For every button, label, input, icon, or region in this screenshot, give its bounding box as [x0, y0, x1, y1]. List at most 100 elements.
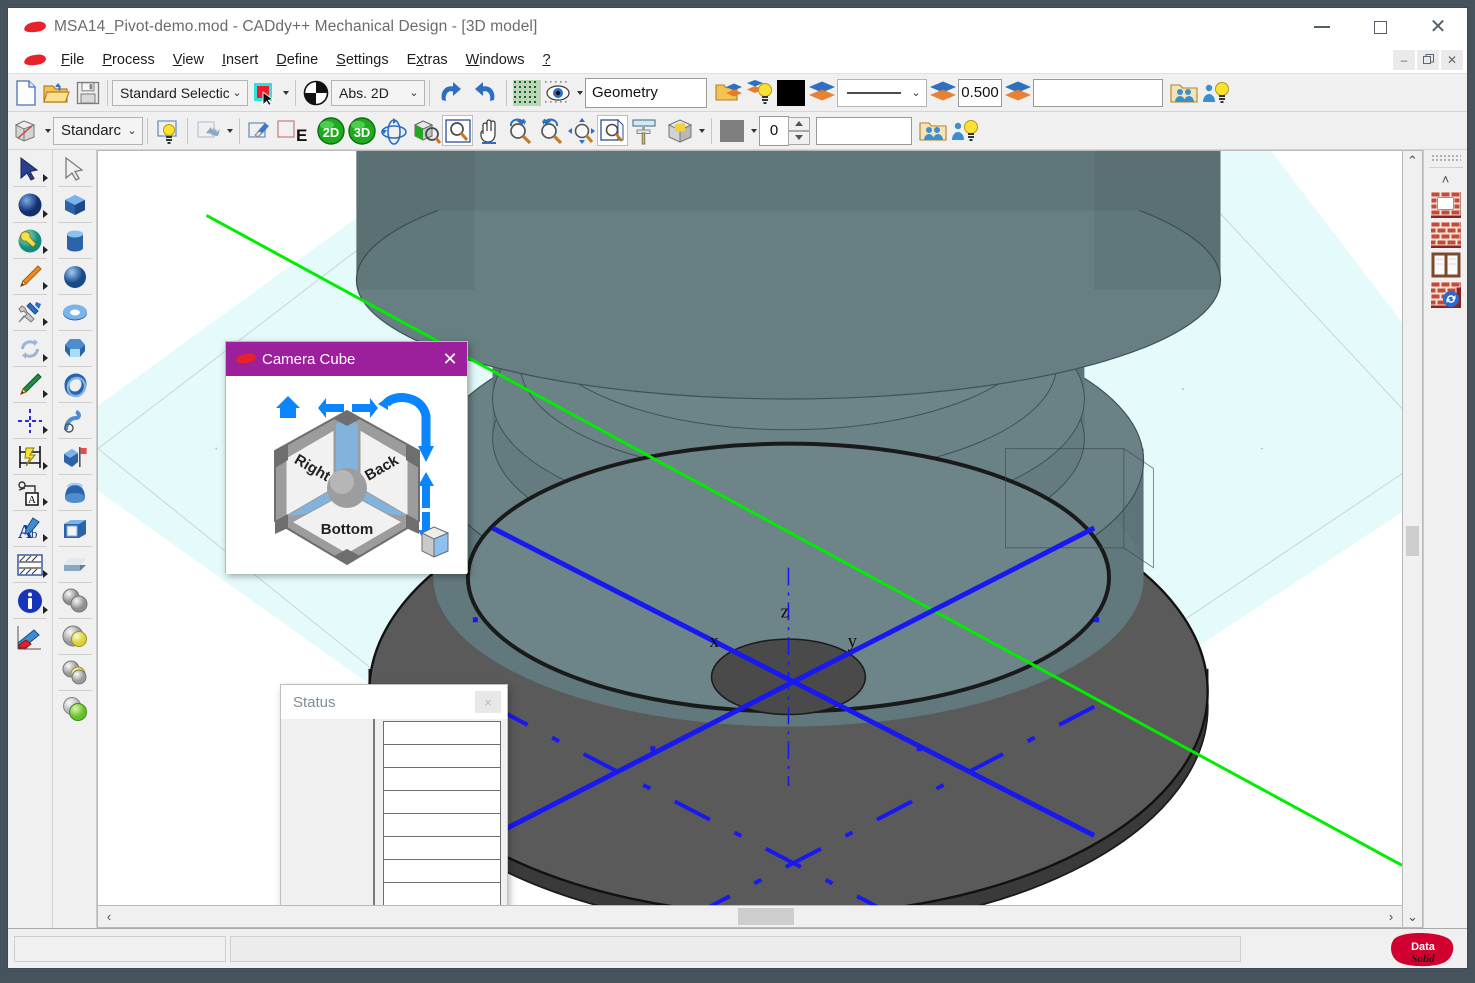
wall-refresh-icon[interactable]	[1428, 280, 1464, 310]
redo-button[interactable]	[468, 77, 502, 108]
green-pencil-icon[interactable]	[10, 368, 50, 401]
3d-viewport[interactable]: x y z Camera Cube ✕ Right Back Bottom St…	[97, 150, 1403, 906]
status-row[interactable]	[383, 836, 501, 860]
line-style-combo[interactable]: ⌄	[837, 78, 927, 107]
view-cube-dropdown[interactable]	[41, 115, 53, 146]
undo-button[interactable]	[434, 77, 468, 108]
group-light-button[interactable]	[1200, 77, 1231, 108]
sphere-blue-icon[interactable]	[10, 188, 50, 221]
menu-file[interactable]: File	[52, 49, 93, 71]
sweep-path-icon[interactable]	[55, 404, 95, 437]
new-file-button[interactable]	[10, 77, 41, 108]
line-color-layer-button[interactable]	[806, 77, 837, 108]
flag-feature-icon[interactable]	[55, 440, 95, 473]
level-name-field[interactable]	[816, 116, 912, 145]
sphere-icon[interactable]	[55, 260, 95, 293]
extra-layer-button[interactable]	[1002, 77, 1033, 108]
status-row[interactable]	[383, 744, 501, 768]
scroll-down-button[interactable]: ⌄	[1402, 907, 1424, 927]
annotate-a-icon[interactable]: A	[10, 476, 50, 509]
refresh-arrows-icon[interactable]	[10, 332, 50, 365]
status-row[interactable]	[383, 813, 501, 837]
group-folder-button[interactable]	[1169, 77, 1200, 108]
shell-icon[interactable]	[55, 512, 95, 545]
extra-field[interactable]	[1033, 78, 1163, 107]
scroll-up-button[interactable]: ⌃	[1402, 151, 1424, 171]
render-cube-button[interactable]	[664, 115, 695, 146]
plane-move-button[interactable]	[192, 115, 223, 146]
camera-cube-close-button[interactable]: ✕	[433, 342, 467, 376]
save-file-button[interactable]	[72, 77, 103, 108]
chevron-up-icon[interactable]: ˄	[1442, 173, 1450, 186]
plane-light-button[interactable]	[152, 115, 183, 146]
zoom-fit-button[interactable]	[566, 115, 597, 146]
layer-folder-button[interactable]	[713, 77, 744, 108]
zoom-page-button[interactable]	[597, 115, 628, 146]
view-cube-button[interactable]	[10, 115, 41, 146]
plane-extrude-e-button[interactable]: E	[275, 115, 315, 146]
fill-color-dropdown[interactable]	[747, 115, 759, 146]
status-panel-close-button[interactable]: ×	[475, 691, 501, 713]
boolean-intersect-green-icon[interactable]	[55, 692, 95, 725]
cylinder-icon[interactable]	[55, 224, 95, 257]
scroll-left-button[interactable]: ‹	[98, 907, 120, 927]
torus-icon[interactable]	[55, 296, 95, 329]
view-group-light-button[interactable]	[949, 115, 980, 146]
status-row[interactable]	[383, 790, 501, 814]
minimize-button[interactable]	[1293, 8, 1351, 46]
line-weight-field[interactable]: 0.500	[958, 78, 1002, 107]
loop-extrude-icon[interactable]	[55, 368, 95, 401]
level-value-field[interactable]: 0	[759, 115, 789, 146]
hatch-pattern-icon[interactable]	[10, 548, 50, 581]
status-row[interactable]	[383, 882, 501, 905]
mdi-restore-button[interactable]	[1417, 49, 1439, 70]
menu-windows[interactable]: Windows	[457, 49, 534, 71]
mdi-minimize-button[interactable]: –	[1393, 49, 1415, 70]
paint-roller-button[interactable]	[628, 115, 664, 146]
menu-view[interactable]: View	[164, 49, 213, 71]
wrench-globe-icon[interactable]	[10, 224, 50, 257]
orange-pencil-icon[interactable]	[10, 260, 50, 293]
zoom-object-button[interactable]	[411, 115, 442, 146]
boolean-subtract-yellow-icon[interactable]	[55, 656, 95, 689]
pliers-wrench-icon[interactable]	[10, 296, 50, 329]
horizontal-scrollbar[interactable]: ‹ ›	[97, 906, 1403, 928]
menu-insert[interactable]: Insert	[213, 49, 267, 71]
level-stepper[interactable]	[788, 116, 810, 145]
stepper-up-button[interactable]	[788, 116, 810, 131]
layer-name-field[interactable]: Geometry	[585, 77, 707, 108]
wall-opening-icon[interactable]	[1428, 190, 1464, 220]
grid-toggle-button[interactable]	[511, 77, 542, 108]
zoom-in-button[interactable]	[535, 115, 566, 146]
menu-help[interactable]: ?	[534, 49, 560, 71]
brick-wall-icon[interactable]	[1428, 220, 1464, 250]
coordinate-system-button[interactable]	[300, 77, 331, 108]
view-group-folder-button[interactable]	[918, 115, 949, 146]
status-row[interactable]	[383, 721, 501, 745]
color-picker-button[interactable]	[248, 77, 279, 108]
vertical-scrollbar[interactable]: ⌃ ⌄	[1403, 150, 1423, 928]
scroll-right-button[interactable]: ›	[1380, 907, 1402, 927]
mode-2d-button[interactable]: 2D	[315, 115, 346, 146]
fill-color-swatch[interactable]	[716, 115, 747, 146]
chamfer-block-icon[interactable]	[55, 548, 95, 581]
prism-icon[interactable]	[55, 332, 95, 365]
render-cube-dropdown[interactable]	[695, 115, 707, 146]
zoom-out-button[interactable]	[504, 115, 535, 146]
info-circle-icon[interactable]	[10, 584, 50, 617]
toolbar-grip[interactable]	[1430, 154, 1461, 162]
plane-erase-button[interactable]	[244, 115, 275, 146]
line-color-swatch[interactable]	[775, 77, 806, 108]
rotate-view-button[interactable]	[377, 115, 411, 146]
arrow-pointer-outline-icon[interactable]	[55, 152, 95, 185]
view-mode-combo[interactable]: Standarc ⌄	[53, 116, 143, 145]
camera-cube-body[interactable]: Right Back Bottom	[226, 376, 467, 574]
pan-hand-button[interactable]	[473, 115, 504, 146]
menu-extras[interactable]: Extras	[398, 49, 457, 71]
status-row[interactable]	[383, 859, 501, 883]
dome-icon[interactable]	[55, 476, 95, 509]
eraser-icon[interactable]	[10, 620, 50, 653]
menu-settings[interactable]: Settings	[327, 49, 397, 71]
status-row[interactable]	[383, 767, 501, 791]
stepper-down-button[interactable]	[788, 130, 810, 145]
